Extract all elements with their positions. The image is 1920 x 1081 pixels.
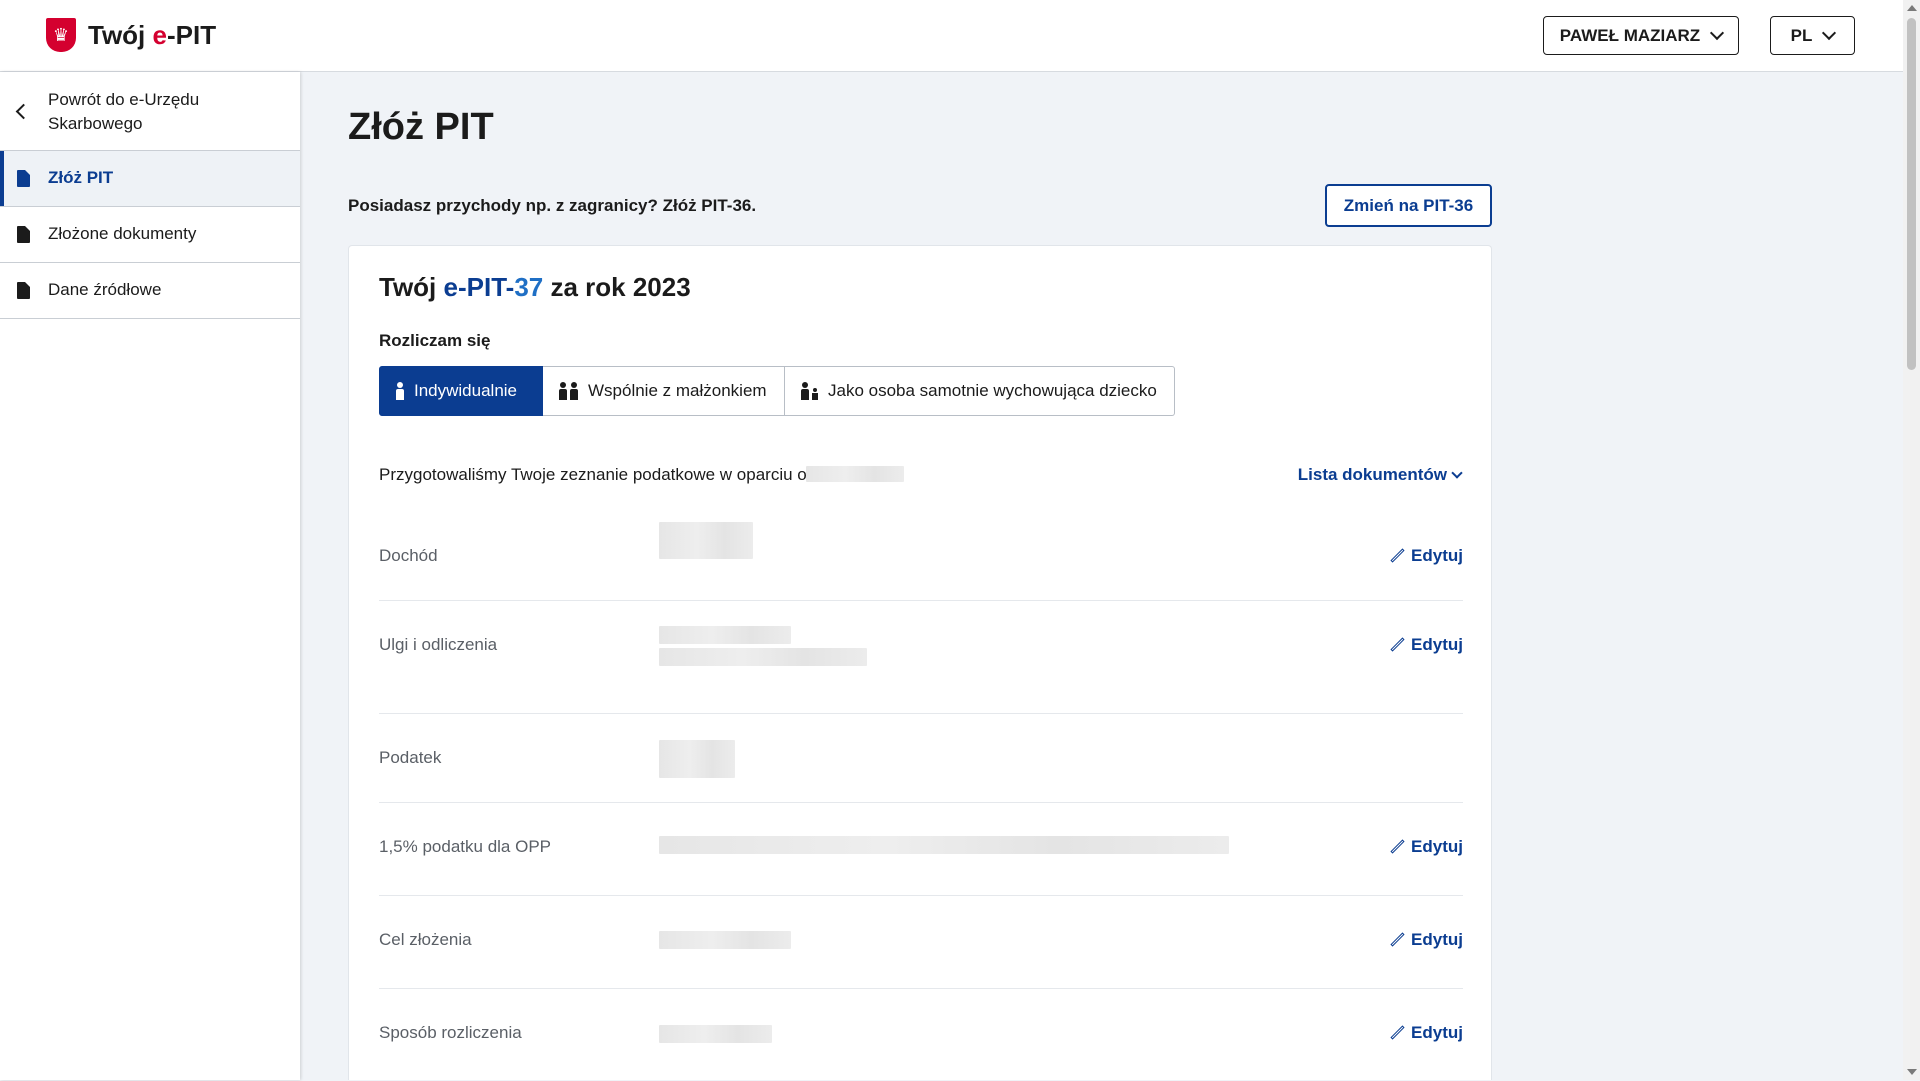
document-icon	[17, 282, 30, 299]
switch-to-pit36-button[interactable]: Zmień na PIT-36	[1325, 184, 1492, 227]
prepared-info-text: Przygotowaliśmy Twoje zeznanie podatkowe…	[379, 465, 807, 484]
page-title: Złóż PIT	[348, 106, 494, 148]
language-select-button[interactable]: PL	[1770, 16, 1855, 55]
sidebar-item-label: Dane źródłowe	[48, 280, 162, 299]
person-icon	[396, 382, 404, 400]
pencil-icon	[1390, 1026, 1405, 1041]
scrollbar-thumb[interactable]	[1907, 18, 1916, 370]
chevron-down-icon	[1451, 466, 1463, 479]
summary-row-opp: 1,5% podatku dla OPP Edytuj	[379, 802, 1463, 896]
settlement-type-label: Rozliczam się	[379, 331, 491, 350]
language-label: PL	[1790, 25, 1813, 45]
option-individual[interactable]: Indywidualnie	[379, 366, 543, 416]
sidebar: Powrót do e-Urzędu Skarbowego Złóż PIT Z…	[0, 72, 300, 1080]
page-scrollbar[interactable]	[1903, 0, 1920, 1080]
summary-row-settlement-method: Sposób rozliczenia Edytuj	[379, 1023, 1463, 1043]
sidebar-item-zlozone-dokumenty[interactable]: Złożone dokumenty	[0, 207, 300, 263]
eagle-emblem-icon: ♛	[46, 18, 76, 52]
app-logo[interactable]: ♛ Twój e-PIT	[46, 18, 216, 52]
pencil-icon	[1390, 638, 1405, 653]
scroll-down-icon[interactable]	[1907, 1069, 1917, 1075]
sidebar-back-link[interactable]: Powrót do e-Urzędu Skarbowego	[0, 72, 300, 151]
document-check-icon	[17, 226, 30, 243]
edit-settlement-method-button[interactable]: Edytuj	[1390, 1023, 1463, 1043]
card-title: Twój e-PIT-37 za rok 2023	[379, 272, 691, 302]
edit-purpose-button[interactable]: Edytuj	[1390, 930, 1463, 950]
edit-deductions-button[interactable]: Edytuj	[1390, 635, 1463, 655]
chevron-left-icon	[15, 103, 32, 120]
sidebar-item-label: Złóż PIT	[48, 168, 114, 187]
user-menu-label: PAWEŁ MAZIARZ	[1559, 25, 1701, 45]
summary-row-deductions: Ulgi i odliczenia Edytuj	[379, 600, 1463, 714]
pit36-promo-text: Posiadasz przychody np. z zagranicy? Złó…	[348, 196, 757, 215]
couple-icon	[559, 382, 578, 400]
scroll-up-icon[interactable]	[1907, 5, 1917, 11]
sidebar-item-zloz-pit[interactable]: Złóż PIT	[0, 151, 300, 207]
sidebar-item-label: Złożone dokumenty	[48, 224, 197, 243]
sidebar-item-dane-zrodlowe[interactable]: Dane źródłowe	[0, 263, 300, 319]
settlement-type-selector: Indywidualnie Wspólnie z małżonkiem Jako…	[379, 366, 1175, 416]
option-single-parent[interactable]: Jako osoba samotnie wychowująca dziecko	[785, 366, 1175, 416]
document-add-icon	[17, 170, 30, 187]
pencil-icon	[1390, 840, 1405, 855]
summary-row-income: Dochód Edytuj	[379, 522, 1463, 601]
pencil-icon	[1390, 933, 1405, 948]
chevron-down-icon	[1710, 25, 1725, 41]
edit-opp-button[interactable]: Edytuj	[1390, 837, 1463, 857]
summary-row-purpose: Cel złożenia Edytuj	[379, 895, 1463, 989]
edit-income-button[interactable]: Edytuj	[1390, 546, 1463, 566]
redacted-value	[806, 466, 904, 482]
user-menu-button[interactable]: PAWEŁ MAZIARZ	[1543, 16, 1739, 55]
pit-summary-card: Twój e-PIT-37 za rok 2023 Rozliczam się …	[348, 245, 1492, 1080]
sidebar-back-label: Powrót do e-Urzędu Skarbowego	[48, 90, 200, 133]
chevron-down-icon	[1822, 25, 1837, 41]
brand-name: Twój e-PIT	[88, 19, 217, 50]
documents-list-toggle[interactable]: Lista dokumentów	[1298, 465, 1463, 485]
option-joint-with-spouse[interactable]: Wspólnie z małżonkiem	[543, 366, 785, 416]
parent-child-icon	[801, 382, 818, 400]
pencil-icon	[1390, 549, 1405, 564]
top-header: ♛ Twój e-PIT PAWEŁ MAZIARZ PL	[0, 0, 1903, 72]
summary-row-tax: Podatek	[379, 713, 1463, 803]
